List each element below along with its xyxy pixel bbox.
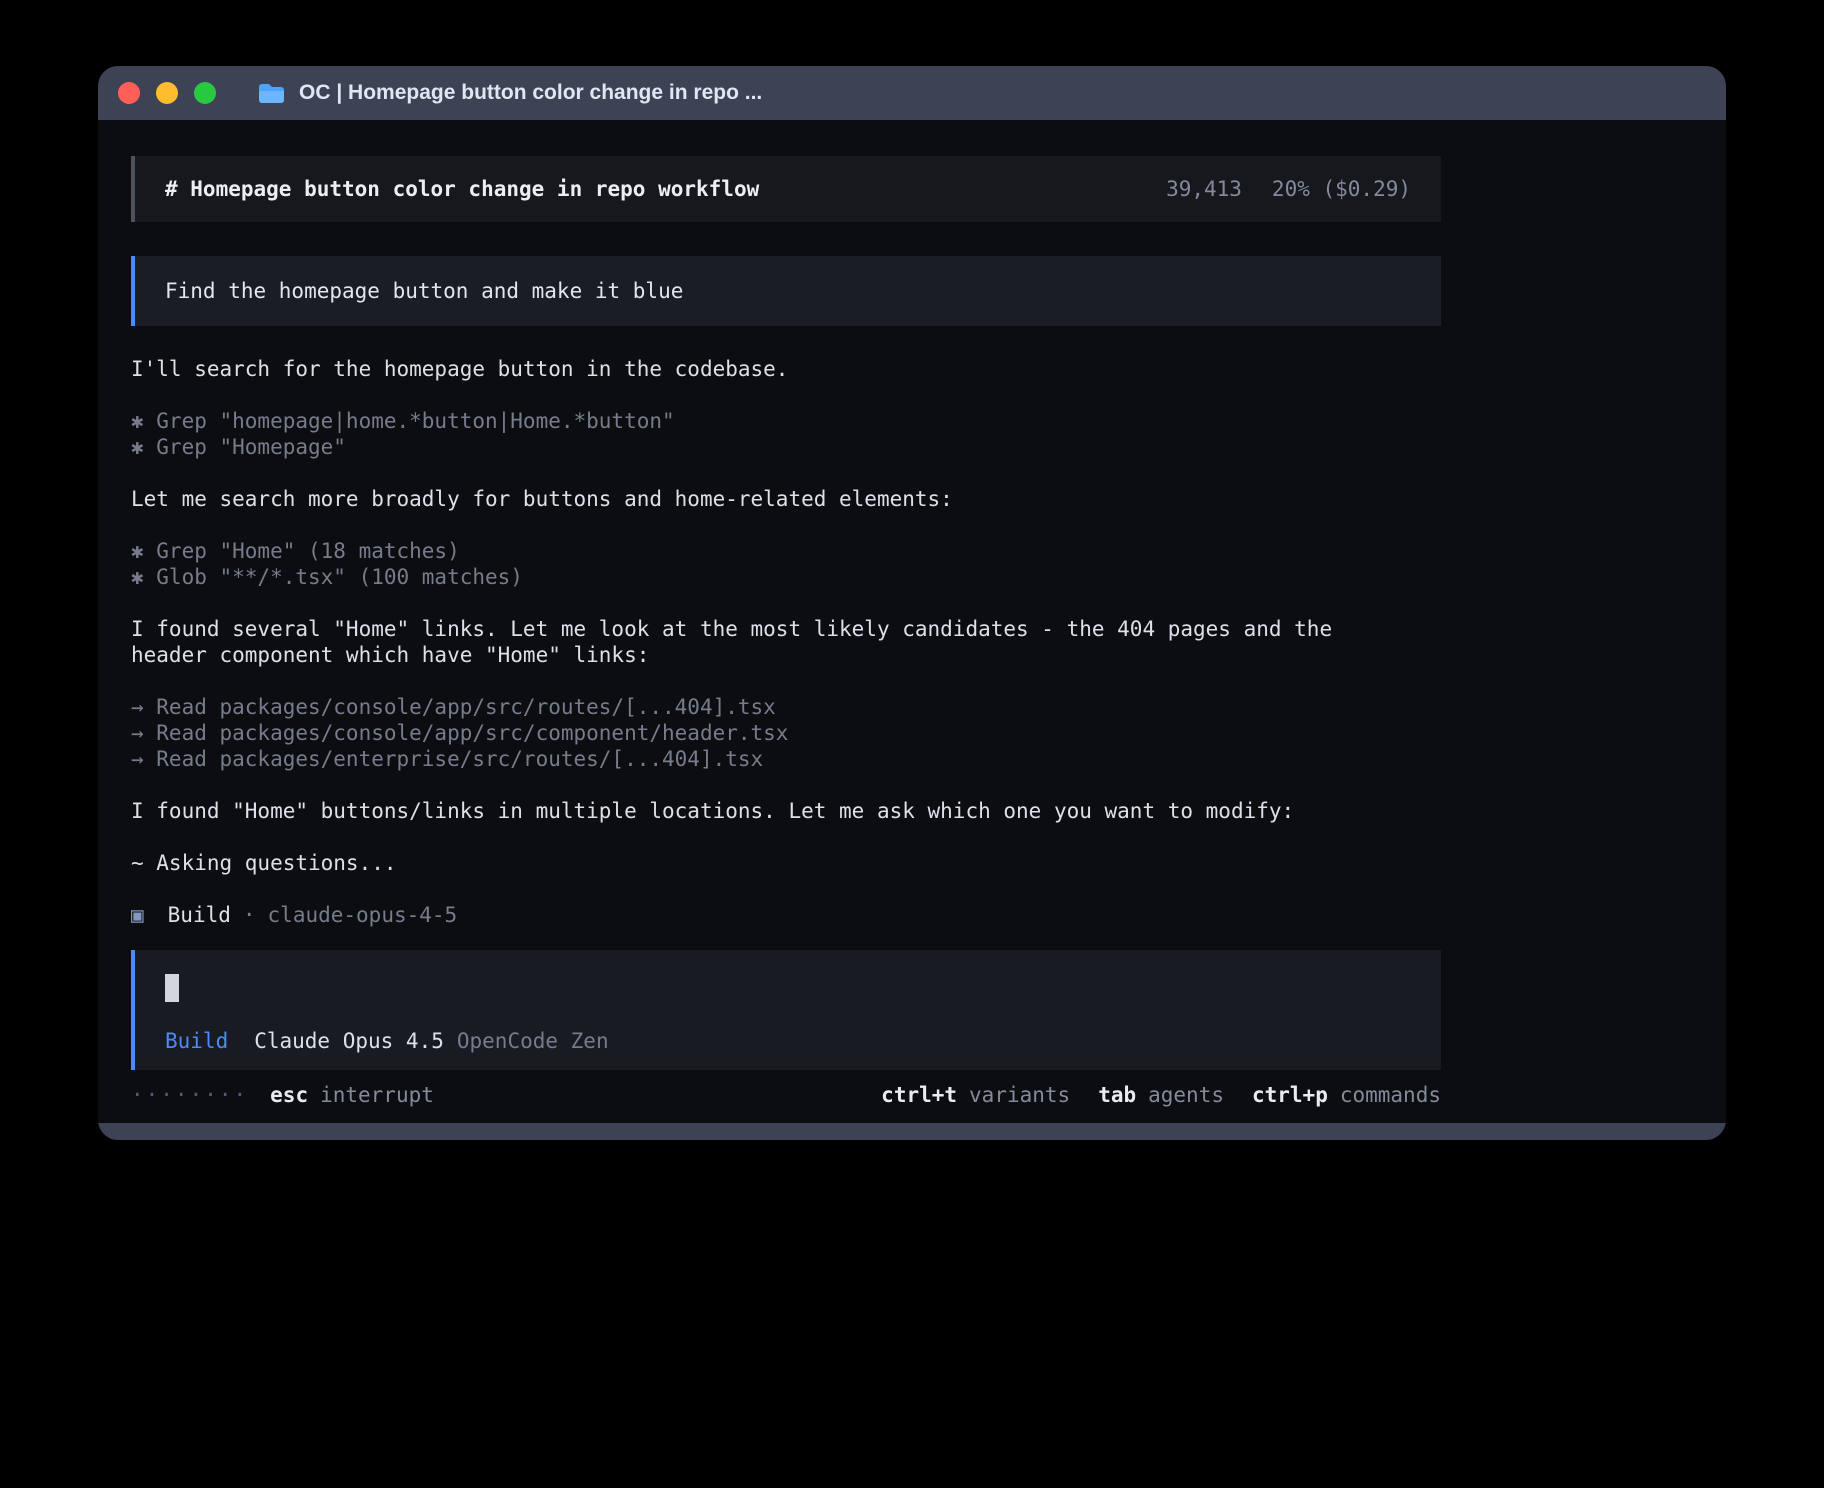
assistant-message: I found several "Home" links. Let me loo… bbox=[131, 616, 1401, 668]
tool-call-line: ✱ Grep "Home" (18 matches) bbox=[131, 538, 1441, 564]
hint-variants: ctrl+t variants bbox=[881, 1082, 1070, 1108]
tool-call-group: ✱ Grep "Home" (18 matches) ✱ Glob "**/*.… bbox=[131, 538, 1441, 590]
commands-label: commands bbox=[1340, 1082, 1441, 1108]
session-meta: 39,413 20% ($0.29) bbox=[1166, 176, 1411, 202]
input-agent-label: Build bbox=[165, 1028, 228, 1054]
agent-separator: · bbox=[243, 902, 256, 928]
status-bar: ········ esc interrupt ctrl+t variants t… bbox=[131, 1082, 1441, 1108]
tool-call-line: ✱ Glob "**/*.tsx" (100 matches) bbox=[131, 564, 1441, 590]
tool-call-line: → Read packages/console/app/src/routes/[… bbox=[131, 694, 1441, 720]
agent-icon: ▣ bbox=[131, 902, 144, 928]
terminal-content: # Homepage button color change in repo w… bbox=[98, 120, 1726, 1123]
terminal-window: OC | Homepage button color change in rep… bbox=[98, 66, 1726, 1140]
ctrl-p-key: ctrl+p bbox=[1252, 1082, 1328, 1108]
input-status-row: Build Claude Opus 4.5 OpenCode Zen bbox=[165, 1028, 1411, 1054]
variants-label: variants bbox=[969, 1082, 1070, 1108]
session-header: # Homepage button color change in repo w… bbox=[131, 156, 1441, 222]
user-message: Find the homepage button and make it blu… bbox=[131, 256, 1441, 326]
window-bottom-edge bbox=[98, 1123, 1726, 1140]
tool-call-line: ✱ Grep "Homepage" bbox=[131, 434, 1441, 460]
folder-icon bbox=[258, 82, 285, 104]
esc-key: esc bbox=[270, 1082, 308, 1108]
status-bar-hints: ctrl+t variants tab agents ctrl+p comman… bbox=[881, 1082, 1441, 1108]
esc-label: interrupt bbox=[320, 1082, 434, 1108]
agent-status-line: ▣ Build · claude-opus-4-5 bbox=[131, 902, 1441, 928]
tool-call-line: ✱ Grep "homepage|home.*button|Home.*butt… bbox=[131, 408, 1441, 434]
assistant-status-message: ~ Asking questions... bbox=[131, 850, 1401, 876]
spinner-dots: ········ bbox=[131, 1082, 248, 1108]
tool-call-group: ✱ Grep "homepage|home.*button|Home.*butt… bbox=[131, 408, 1441, 460]
context-cost: 20% ($0.29) bbox=[1272, 176, 1411, 202]
assistant-message: I found "Home" buttons/links in multiple… bbox=[131, 798, 1401, 824]
prompt-input[interactable]: Build Claude Opus 4.5 OpenCode Zen bbox=[131, 950, 1441, 1070]
assistant-message: I'll search for the homepage button in t… bbox=[131, 356, 1401, 382]
window-titlebar: OC | Homepage button color change in rep… bbox=[98, 66, 1726, 120]
text-cursor bbox=[165, 974, 179, 1002]
session-title: # Homepage button color change in repo w… bbox=[165, 176, 759, 202]
tool-call-group: → Read packages/console/app/src/routes/[… bbox=[131, 694, 1441, 772]
assistant-message: Let me search more broadly for buttons a… bbox=[131, 486, 1401, 512]
hint-commands: ctrl+p commands bbox=[1252, 1082, 1441, 1108]
agent-model: claude-opus-4-5 bbox=[268, 902, 458, 928]
hint-agents: tab agents bbox=[1098, 1082, 1224, 1108]
agent-name: Build bbox=[168, 902, 231, 928]
minimize-window-button[interactable] bbox=[156, 82, 178, 104]
input-model-label: Claude Opus 4.5 bbox=[254, 1028, 444, 1054]
tool-call-line: → Read packages/console/app/src/componen… bbox=[131, 720, 1441, 746]
tab-key: tab bbox=[1098, 1082, 1136, 1108]
close-window-button[interactable] bbox=[118, 82, 140, 104]
ctrl-t-key: ctrl+t bbox=[881, 1082, 957, 1108]
traffic-lights bbox=[118, 82, 216, 104]
token-count: 39,413 bbox=[1166, 176, 1242, 202]
hint-interrupt: esc interrupt bbox=[270, 1082, 434, 1108]
tool-call-line: → Read packages/enterprise/src/routes/[.… bbox=[131, 746, 1441, 772]
zoom-window-button[interactable] bbox=[194, 82, 216, 104]
agents-label: agents bbox=[1148, 1082, 1224, 1108]
user-message-text: Find the homepage button and make it blu… bbox=[165, 279, 683, 303]
input-provider-label: OpenCode Zen bbox=[457, 1028, 609, 1054]
window-title: OC | Homepage button color change in rep… bbox=[299, 81, 762, 105]
